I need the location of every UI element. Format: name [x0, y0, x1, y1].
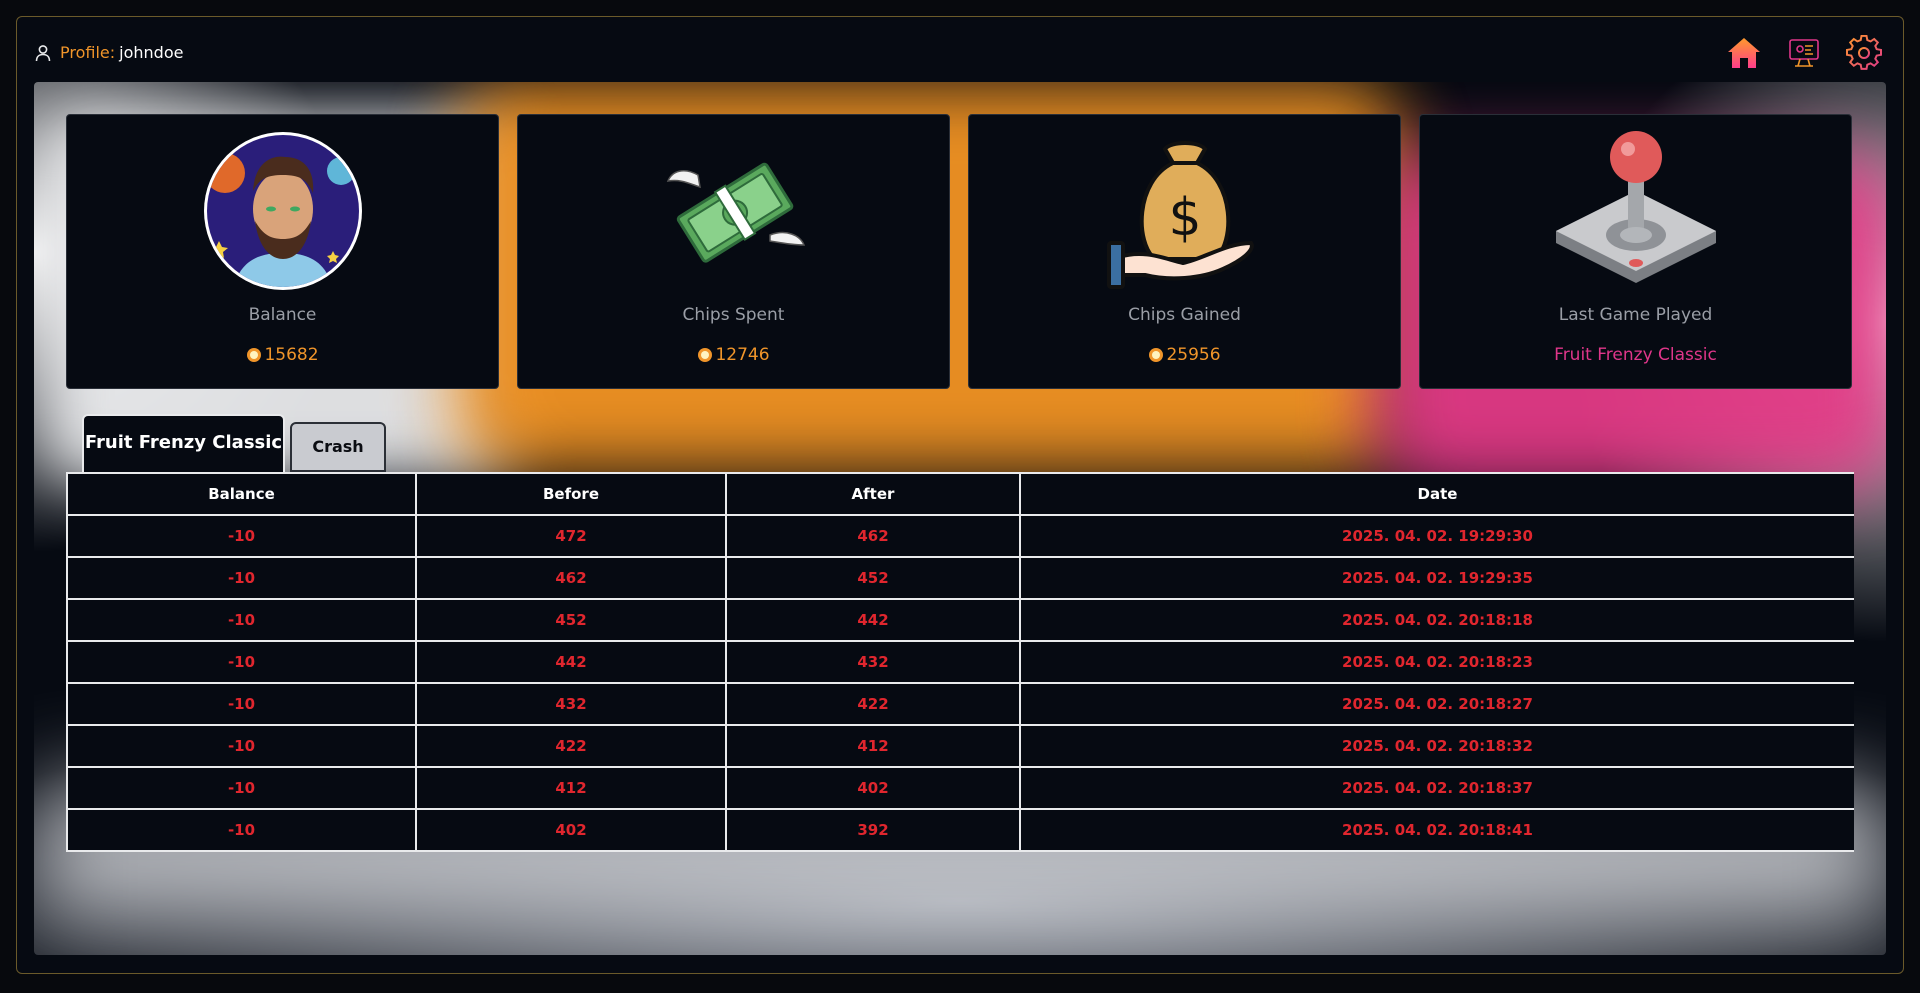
balance-caption: Balance: [248, 305, 317, 325]
balance-cell: -10: [66, 598, 417, 642]
balance-value: 15682: [67, 345, 498, 365]
balance-amount: 15682: [264, 345, 319, 365]
profile-link[interactable]: Profile: johndoe: [34, 43, 183, 62]
column-header-before: Before: [415, 472, 727, 516]
table-header-row: Balance Before After Date: [66, 472, 1854, 516]
chip-icon: [698, 348, 713, 362]
chip-icon: [247, 348, 262, 362]
date-cell: 2025. 04. 02. 20:18:27: [1019, 682, 1854, 726]
column-header-balance: Balance: [66, 472, 417, 516]
balance-cell: -10: [66, 766, 417, 810]
last-game-card: Last Game Played Fruit Frenzy Classic: [1419, 114, 1852, 389]
table-row: -10 462 452 2025. 04. 02. 19:29:35: [66, 556, 1854, 600]
dashboard-panel: Balance 15682 Chips Spent 12746 $ Chips …: [34, 82, 1886, 955]
balance-cell: -10: [66, 514, 417, 558]
balance-cell: -10: [66, 808, 417, 852]
history-table-scroll[interactable]: Balance Before After Date -10 472 462 2025.…: [66, 472, 1854, 868]
before-cell: 422: [415, 724, 727, 768]
avatar: [203, 132, 362, 290]
last-game-caption: Last Game Played: [1558, 305, 1713, 325]
before-cell: 432: [415, 682, 727, 726]
chips-spent-caption: Chips Spent: [682, 305, 785, 325]
before-cell: 412: [415, 766, 727, 810]
home-icon[interactable]: [1726, 35, 1762, 71]
after-cell: 432: [725, 640, 1021, 684]
before-cell: 462: [415, 556, 727, 600]
before-cell: 442: [415, 640, 727, 684]
after-cell: 452: [725, 556, 1021, 600]
money-bag-hand-icon: $: [1106, 141, 1254, 289]
chips-gained-card: $ Chips Gained 25956: [968, 114, 1401, 389]
top-bar: Profile: johndoe: [16, 16, 1904, 80]
before-cell: 472: [415, 514, 727, 558]
table-body: -10 472 462 2025. 04. 02. 19:29:30 -10 462 452…: [66, 514, 1854, 852]
chips-gained-caption: Chips Gained: [1128, 305, 1241, 325]
balance-cell: -10: [66, 682, 417, 726]
table-row: -10 402 392 2025. 04. 02. 20:18:41: [66, 808, 1854, 852]
game-monitor-icon[interactable]: [1786, 35, 1822, 71]
last-game-value[interactable]: Fruit Frenzy Classic: [1420, 345, 1851, 365]
chips-spent-amount: 12746: [715, 345, 770, 365]
profile-label: Profile:: [60, 43, 116, 62]
table-row: -10 472 462 2025. 04. 02. 19:29:30: [66, 514, 1854, 558]
date-cell: 2025. 04. 02. 20:18:18: [1019, 598, 1854, 642]
chips-gained-value: 25956: [969, 345, 1400, 365]
column-header-after: After: [725, 472, 1021, 516]
after-cell: 412: [725, 724, 1021, 768]
tab-fruit-frenzy-classic[interactable]: Fruit Frenzy Classic: [82, 414, 285, 472]
before-cell: 452: [415, 598, 727, 642]
username: johndoe: [119, 43, 184, 62]
table-row: -10 432 422 2025. 04. 02. 20:18:27: [66, 682, 1854, 726]
date-cell: 2025. 04. 02. 19:29:35: [1019, 556, 1854, 600]
table-row: -10 422 412 2025. 04. 02. 20:18:32: [66, 724, 1854, 768]
before-cell: 402: [415, 808, 727, 852]
column-header-date: Date: [1019, 472, 1854, 516]
date-cell: 2025. 04. 02. 20:18:37: [1019, 766, 1854, 810]
balance-card: Balance 15682: [66, 114, 499, 389]
flying-money-icon: [666, 162, 805, 263]
chips-spent-card: Chips Spent 12746: [517, 114, 950, 389]
table-row: -10 452 442 2025. 04. 02. 20:18:18: [66, 598, 1854, 642]
date-cell: 2025. 04. 02. 20:18:41: [1019, 808, 1854, 852]
tab-crash[interactable]: Crash: [290, 422, 386, 472]
history-table: Balance Before After Date -10 472 462 2025.…: [66, 472, 1854, 852]
gear-icon[interactable]: [1846, 35, 1882, 71]
table-row: -10 412 402 2025. 04. 02. 20:18:37: [66, 766, 1854, 810]
table-row: -10 442 432 2025. 04. 02. 20:18:23: [66, 640, 1854, 684]
svg-text:$: $: [1168, 188, 1201, 248]
chips-spent-value: 12746: [518, 345, 949, 365]
chips-gained-amount: 25956: [1166, 345, 1221, 365]
chip-icon: [1149, 348, 1164, 362]
date-cell: 2025. 04. 02. 19:29:30: [1019, 514, 1854, 558]
date-cell: 2025. 04. 02. 20:18:32: [1019, 724, 1854, 768]
after-cell: 402: [725, 766, 1021, 810]
date-cell: 2025. 04. 02. 20:18:23: [1019, 640, 1854, 684]
user-icon: [35, 44, 51, 61]
after-cell: 442: [725, 598, 1021, 642]
balance-cell: -10: [66, 724, 417, 768]
after-cell: 422: [725, 682, 1021, 726]
balance-cell: -10: [66, 556, 417, 600]
joystick-icon: [1555, 131, 1716, 283]
after-cell: 462: [725, 514, 1021, 558]
after-cell: 392: [725, 808, 1021, 852]
balance-cell: -10: [66, 640, 417, 684]
